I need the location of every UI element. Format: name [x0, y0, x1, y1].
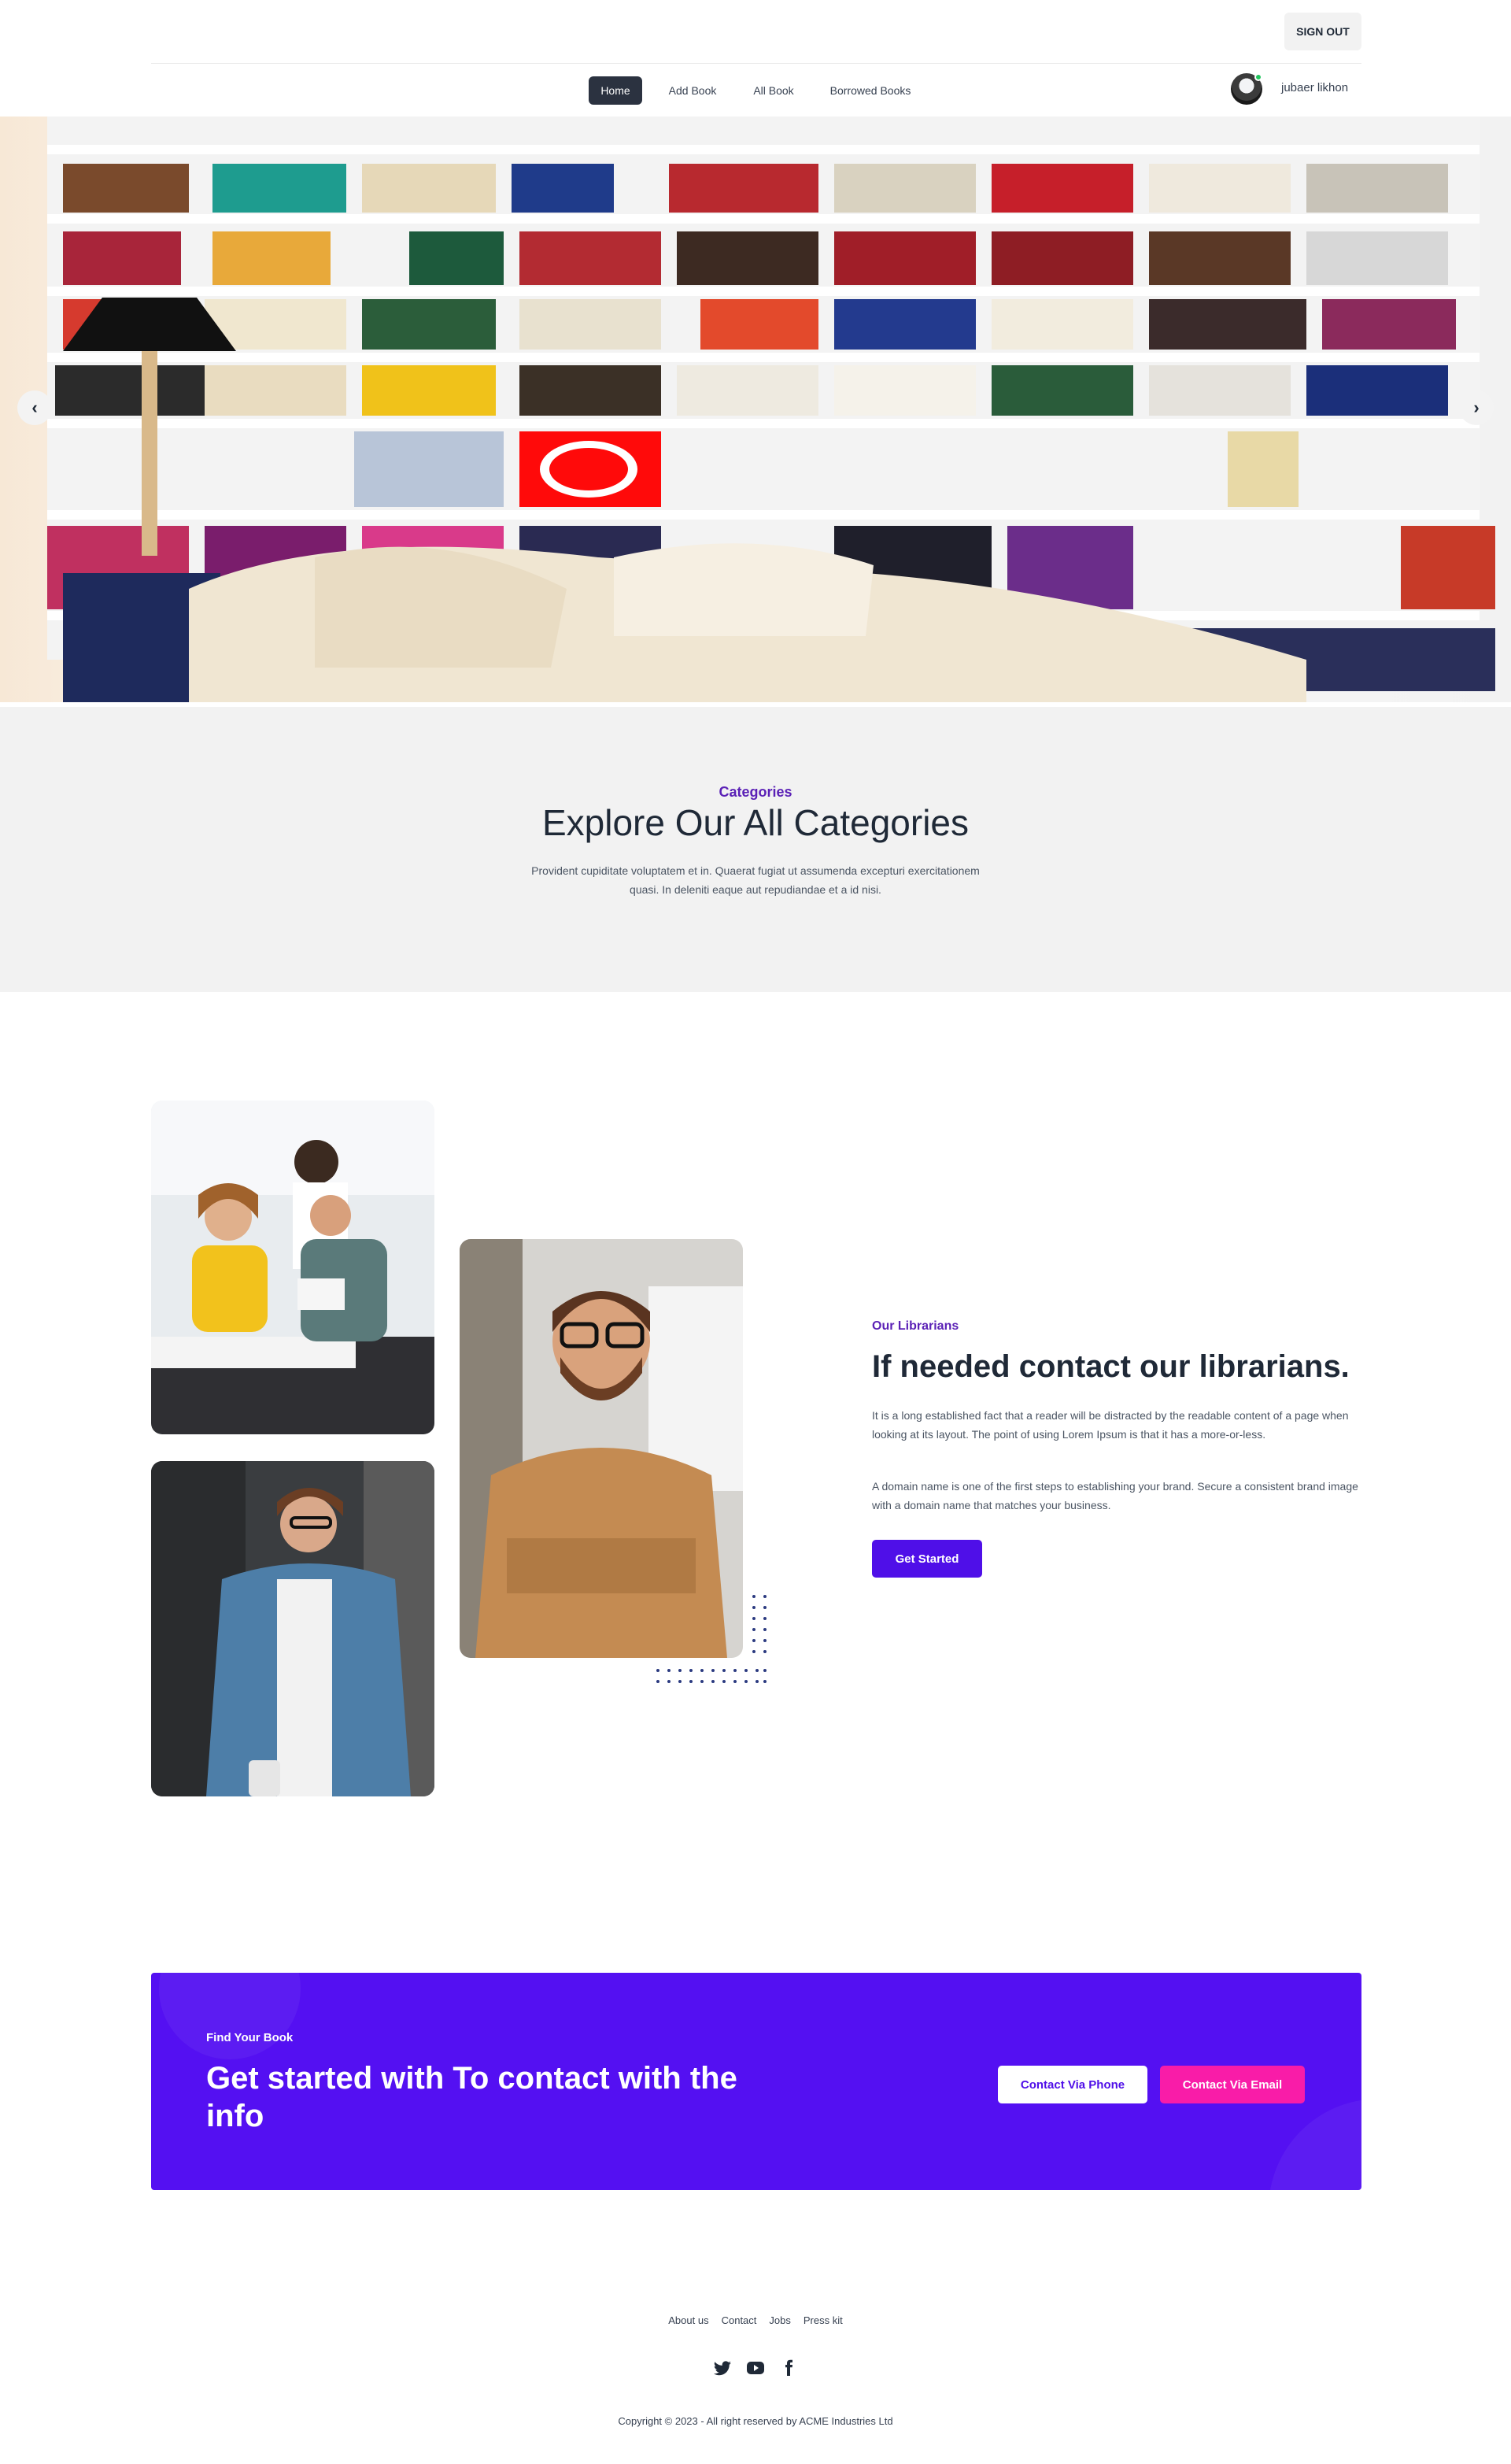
decorative-dots [656, 1595, 767, 1683]
librarians-title: If needed contact our librarians. [872, 1349, 1350, 1384]
contact-via-email-button[interactable]: Contact Via Email [1160, 2066, 1305, 2103]
footer-link-jobs[interactable]: Jobs [769, 2314, 790, 2326]
copyright-text: Copyright © 2023 - All right reserved by… [618, 2415, 893, 2427]
footer-links: About us Contact Jobs Press kit [0, 2314, 1511, 2326]
carousel-prev-button[interactable]: ‹ [17, 390, 52, 425]
librarians-paragraph-1: It is a long established fact that a rea… [872, 1409, 1349, 1441]
librarians-paragraph-2: A domain name is one of the first steps … [872, 1480, 1358, 1511]
footer-link-press-kit[interactable]: Press kit [804, 2314, 843, 2326]
hero-bookshelf-image [0, 117, 1511, 702]
categories-section: Categories Explore Our All Categories Pr… [0, 707, 1511, 992]
social-links [0, 2359, 1511, 2377]
twitter-icon[interactable] [713, 2359, 732, 2377]
categories-description: Provident cupiditate voluptatem et in. Q… [531, 864, 980, 896]
contact-cta-banner: Find Your Book Get started with To conta… [151, 1973, 1361, 2190]
facebook-icon[interactable] [779, 2359, 798, 2377]
cta-title: Get started with To contact with the inf… [206, 2061, 737, 2133]
librarians-eyebrow: Our Librarians [872, 1319, 959, 1333]
footer-link-about[interactable]: About us [668, 2314, 708, 2326]
categories-title: Explore Our All Categories [541, 802, 970, 843]
nav-borrowed-books[interactable]: Borrowed Books [820, 76, 921, 105]
librarian-laptop-photo [151, 1461, 434, 1796]
youtube-icon[interactable] [746, 2359, 765, 2377]
cta-eyebrow: Find Your Book [206, 2031, 294, 2044]
main-nav: Home Add Book All Book Borrowed Books ju… [0, 64, 1511, 117]
hero-carousel: ‹ › [0, 117, 1511, 702]
top-bar: SIGN OUT [0, 0, 1511, 63]
online-status-dot [1254, 73, 1262, 81]
contact-via-phone-button[interactable]: Contact Via Phone [998, 2066, 1147, 2103]
carousel-next-button[interactable]: › [1459, 390, 1494, 425]
nav-all-book[interactable]: All Book [743, 76, 804, 105]
librarians-team-photo [151, 1101, 434, 1434]
get-started-button[interactable]: Get Started [872, 1540, 982, 1578]
categories-eyebrow: Categories [719, 784, 792, 800]
nav-home[interactable]: Home [589, 76, 642, 105]
nav-add-book[interactable]: Add Book [658, 76, 727, 105]
footer-link-contact[interactable]: Contact [722, 2314, 757, 2326]
username: jubaer likhon [1281, 81, 1349, 94]
sign-out-button[interactable]: SIGN OUT [1284, 13, 1361, 50]
